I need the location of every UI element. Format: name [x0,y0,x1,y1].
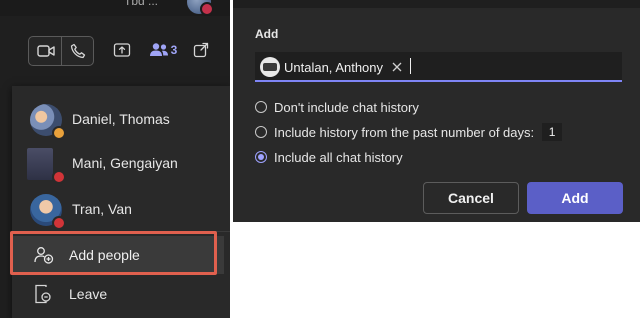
cancel-button[interactable]: Cancel [423,182,519,214]
option-label: Don't include chat history [274,99,419,115]
radio-button[interactable] [255,126,267,138]
radio-button-selected[interactable] [255,151,267,163]
participant-count: 3 [170,43,178,57]
remove-person-button[interactable] [391,61,403,73]
call-button-group [28,36,94,66]
leave-icon [34,284,52,309]
busy-status-icon [52,216,66,230]
call-group-divider [61,37,62,65]
avatar [260,57,280,77]
option-no-history[interactable]: Don't include chat history [255,98,419,116]
option-all-history[interactable]: Include all chat history [255,148,403,166]
radio-button[interactable] [255,101,267,113]
participant-name: Daniel, Thomas [72,111,170,127]
add-people-menu-item[interactable]: Add people [12,236,224,274]
days-number-input[interactable]: 1 [542,123,563,141]
text-caret [410,58,411,74]
option-history-days[interactable]: Include history from the past number of … [255,123,563,141]
share-screen-icon [113,43,131,57]
participant-name: Tran, Van [72,201,132,217]
busy-status-icon [52,170,66,184]
audio-call-button[interactable] [66,39,90,63]
participant-item[interactable]: Tran, Van [12,190,230,230]
option-label: Include all chat history [274,149,403,165]
away-status-icon [52,126,66,140]
share-screen-button[interactable] [110,38,134,62]
people-icon [149,43,168,56]
leave-menu-item[interactable]: Leave [12,278,230,310]
avatar [27,148,53,180]
pop-out-chat-button[interactable] [189,38,213,62]
dialog-heading: Add [255,27,279,41]
title-strip: Tbd ... [0,0,230,16]
participant-item[interactable]: Mani, Gengaiyan [12,144,230,184]
dialog-top-strip [233,0,640,8]
leave-label: Leave [69,286,108,302]
chip-name: Untalan, Anthony [284,59,384,75]
view-participants-button[interactable]: 3 [146,38,180,62]
person-chip: Untalan, Anthony [260,56,403,78]
pop-out-icon [193,42,209,58]
user-avatar[interactable] [187,0,214,16]
participant-item[interactable]: Daniel, Thomas [12,100,230,140]
add-people-dialog: Add Untalan, Anthony Don't include chat … [233,0,640,222]
video-call-button[interactable] [34,39,58,63]
phone-icon [70,43,86,59]
menu-divider [12,231,230,232]
cutoff-title-text: Tbd ... [124,0,159,8]
participant-name: Mani, Gengaiyan [72,155,178,171]
teams-chat-panel: Tbd ... 3 Daniel, Thomas Mani, Gengaiyan… [0,0,230,318]
add-button[interactable]: Add [527,182,623,214]
busy-status-dot [200,2,214,16]
people-picker-input[interactable]: Untalan, Anthony [255,52,622,82]
participants-flyout: Daniel, Thomas Mani, Gengaiyan Tran, Van… [12,86,230,318]
add-people-label: Add people [69,247,140,263]
video-camera-icon [37,45,55,57]
option-label: Include history from the past number of … [274,124,535,140]
close-icon [392,62,402,72]
chat-toolbar: 3 [0,16,230,82]
add-person-icon [34,246,54,269]
